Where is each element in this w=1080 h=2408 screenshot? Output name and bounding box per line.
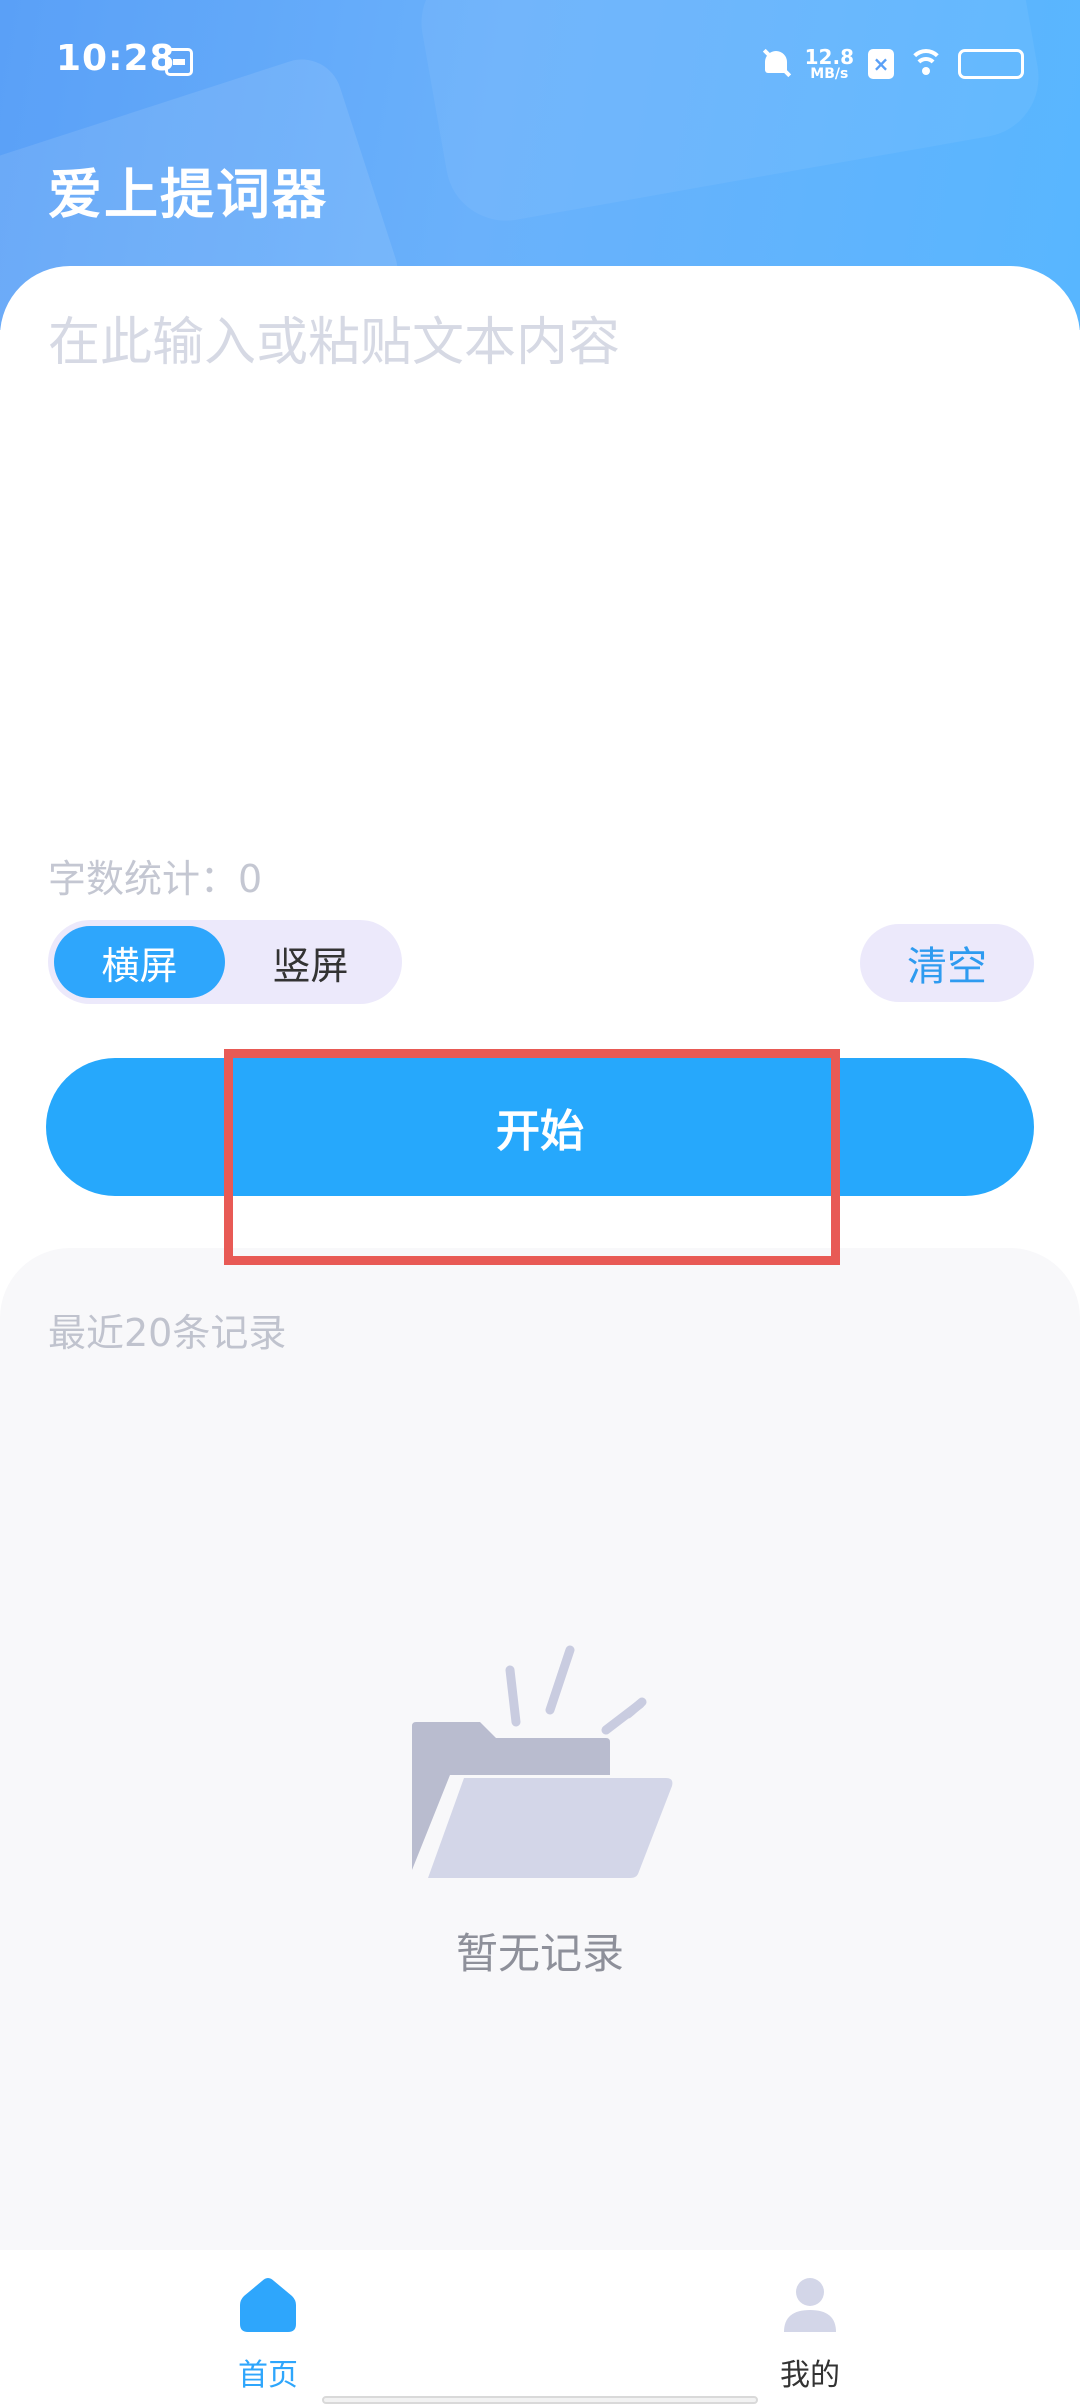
network-speed: 12.8 MB/s [805, 47, 854, 81]
network-speed-value: 12.8 [804, 45, 854, 69]
network-speed-unit: MB/s [810, 66, 849, 82]
status-bar: 10:28 12.8 MB/s × [0, 0, 1080, 126]
start-button[interactable]: 开始 [46, 1058, 1034, 1196]
text-input[interactable] [48, 310, 1032, 790]
nav-home-label: 首页 [238, 2358, 298, 2393]
calendar-icon [165, 48, 193, 76]
landscape-button[interactable]: 横屏 [54, 926, 225, 998]
clear-button[interactable]: 清空 [860, 924, 1034, 1002]
bottom-nav: 首页 我的 [0, 2250, 1080, 2408]
nav-home[interactable]: 首页 [188, 2264, 348, 2404]
orientation-toggle: 横屏 竖屏 [48, 920, 402, 1004]
records-title: 最近20条记录 [48, 1311, 287, 1355]
app-title: 爱上提词器 [48, 163, 328, 226]
user-icon [784, 2278, 836, 2332]
empty-records-text: 暂无记录 [455, 1929, 624, 1978]
word-count: 字数统计：0 [48, 857, 263, 901]
bell-muted-icon [761, 47, 791, 81]
battery-icon [958, 49, 1024, 79]
portrait-button[interactable]: 竖屏 [225, 926, 396, 998]
x-badge-icon: × [868, 49, 894, 79]
status-icons: 12.8 MB/s × [761, 42, 1024, 86]
status-time: 10:28 [56, 38, 176, 79]
home-indicator [322, 2396, 758, 2404]
nav-mine-label: 我的 [780, 2358, 840, 2393]
empty-folder-icon [412, 1645, 673, 1878]
home-icon [240, 2278, 296, 2332]
wifi-icon [908, 49, 944, 79]
nav-mine[interactable]: 我的 [730, 2264, 890, 2404]
